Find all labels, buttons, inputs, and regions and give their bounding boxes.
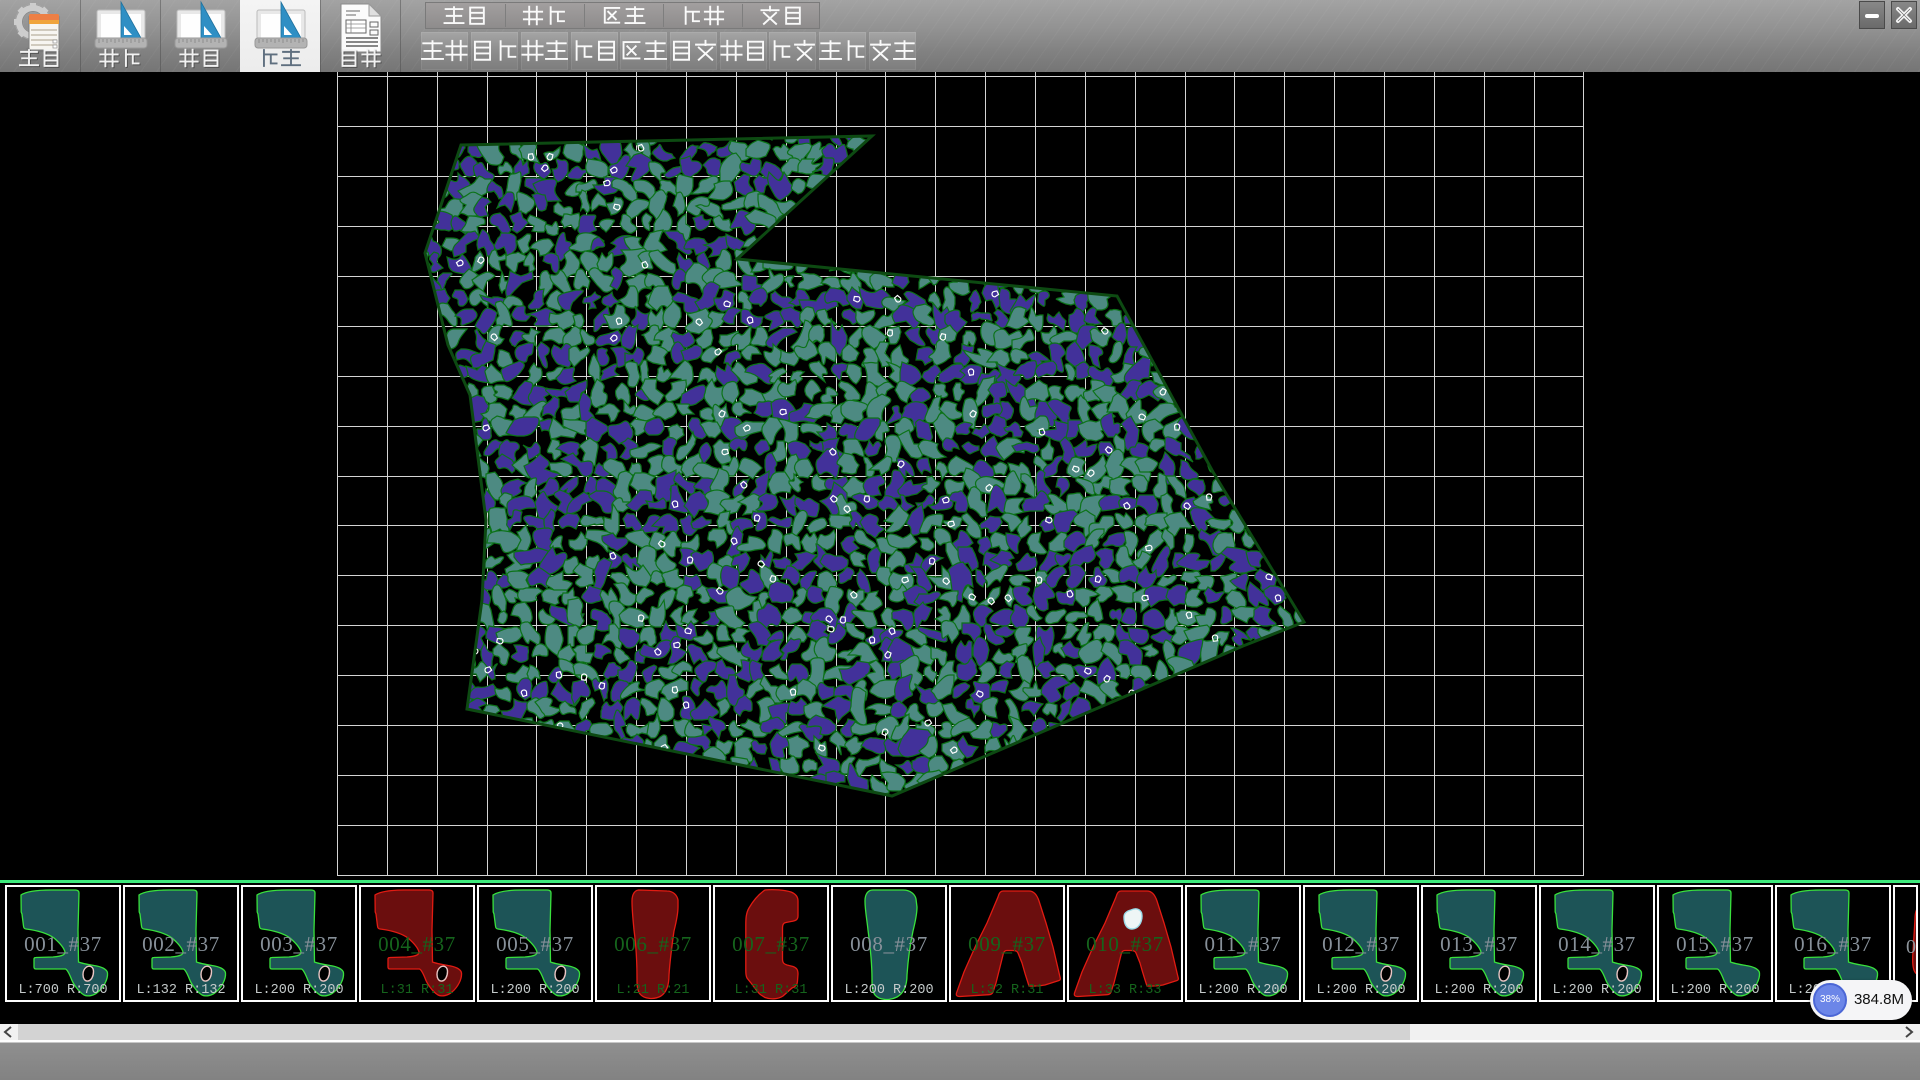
svg-text:0: 0 — [1906, 936, 1916, 958]
